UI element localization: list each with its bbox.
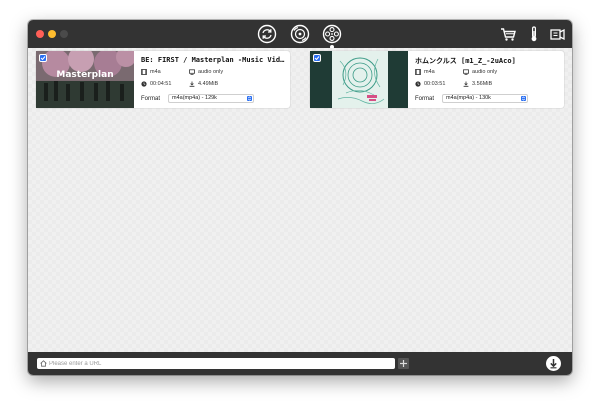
size-label: 3.56MiB	[472, 81, 493, 87]
list-item[interactable]: Masterplan BE: FIRST / Masterplan -Music…	[36, 51, 290, 108]
add-url-button[interactable]	[398, 358, 409, 369]
container-info: m4a	[141, 69, 161, 75]
zoom-window-button[interactable]	[60, 30, 68, 38]
container-label: m4a	[150, 69, 161, 75]
size-info: 4.49MiB	[189, 81, 218, 87]
stream-label: audio only	[472, 69, 498, 75]
download-list: Masterplan BE: FIRST / Masterplan -Music…	[28, 48, 572, 352]
select-arrows-icon	[247, 96, 252, 101]
item-title: BE: FIRST / Masterplan -Music Video-	[141, 56, 287, 64]
format-select[interactable]: m4a(mp4a) - 130k	[442, 94, 528, 103]
minimize-window-button[interactable]	[48, 30, 56, 38]
cart-icon[interactable]	[498, 24, 518, 44]
size-info: 3.56MiB	[463, 81, 492, 87]
film-icon	[141, 69, 147, 75]
item-title: ホムンクルス [m1_Z_-2uAco]	[415, 57, 516, 65]
title-bar	[28, 20, 572, 49]
duration-label: 00:03:51	[424, 81, 446, 87]
download-all-button[interactable]	[546, 356, 561, 371]
refresh-icon[interactable]	[257, 24, 277, 44]
container-label: m4a	[424, 69, 435, 75]
film-icon	[415, 69, 421, 75]
app-window: Masterplan BE: FIRST / Masterplan -Music…	[28, 20, 572, 375]
bottom-bar	[28, 352, 572, 375]
plugin-icon[interactable]	[548, 24, 568, 44]
thumbnail-title: Masterplan	[56, 70, 114, 80]
close-window-button[interactable]	[36, 30, 44, 38]
duration-info: 00:03:51	[415, 81, 445, 87]
format-label: Format	[415, 96, 435, 102]
duration-info: 00:04:51	[141, 81, 171, 87]
film-reel-icon[interactable]	[322, 24, 342, 44]
format-value: m4a(mp4a) - 130k	[446, 95, 491, 101]
format-label: Format	[141, 96, 161, 102]
format-select[interactable]: m4a(mp4a) - 129k	[168, 94, 254, 103]
duration-label: 00:04:51	[150, 81, 172, 87]
download-icon	[189, 81, 195, 87]
clock-icon	[415, 81, 421, 87]
home-icon	[40, 360, 47, 367]
list-item[interactable]: ホムンクルス [m1_Z_-2uAco] m4a audio only 00:0…	[310, 51, 564, 108]
video-thumbnail	[310, 51, 408, 108]
format-value: m4a(mp4a) - 129k	[172, 95, 217, 101]
download-icon	[463, 81, 469, 87]
container-info: m4a	[415, 69, 435, 75]
item-checkbox[interactable]	[39, 54, 47, 62]
convert-disc-icon[interactable]	[290, 24, 310, 44]
thermometer-icon[interactable]	[524, 24, 544, 44]
stream-info: audio only	[463, 69, 497, 75]
url-input[interactable]	[37, 358, 395, 369]
video-thumbnail: Masterplan	[36, 51, 134, 108]
monitor-icon	[189, 69, 195, 75]
select-arrows-icon	[521, 96, 526, 101]
stream-label: audio only	[198, 69, 224, 75]
stream-info: audio only	[189, 69, 223, 75]
size-label: 4.49MiB	[198, 81, 219, 87]
clock-icon	[141, 81, 147, 87]
item-checkbox[interactable]	[313, 54, 321, 62]
monitor-icon	[463, 69, 469, 75]
